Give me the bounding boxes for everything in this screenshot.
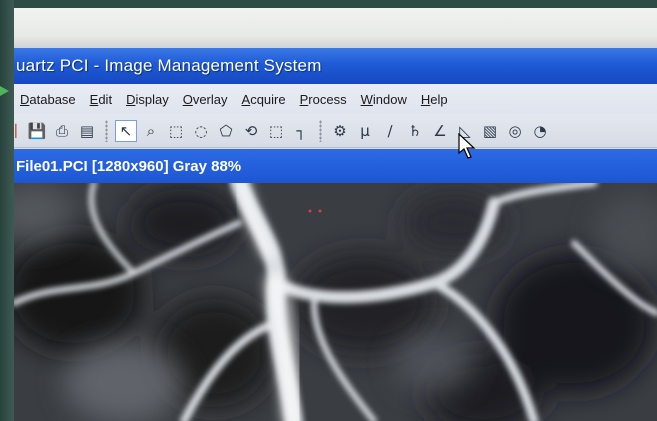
zoom-icon[interactable]: ⌕ <box>140 120 162 142</box>
screen: uartz PCI - Image Management System Data… <box>14 8 657 421</box>
ruler-icon[interactable]: ∕ <box>379 120 401 142</box>
menu-bar: Database Edit Display Overlay Acquire Process… <box>14 84 657 114</box>
menu-label: verlay <box>192 91 228 107</box>
window-title: uartz PCI - Image Management System <box>16 56 322 75</box>
toolbar-separator <box>319 119 322 142</box>
select-arrow-icon[interactable]: ↖ <box>115 119 137 142</box>
more-tools-icon[interactable]: ◔ <box>529 120 551 142</box>
micrograph-image <box>14 183 657 421</box>
micron-icon[interactable]: μ <box>354 120 376 142</box>
menu-label: indow <box>372 91 407 107</box>
calibrate-icon[interactable]: ⚙ <box>329 120 351 142</box>
menu-label: isplay <box>135 91 169 107</box>
menu-mnemonic: A <box>241 91 251 107</box>
menu-mnemonic: W <box>360 91 373 107</box>
menu-item-acquire[interactable]: Acquire <box>242 92 286 107</box>
document-title: File01.PCI [1280x960] Gray 88% <box>16 157 242 175</box>
toolbar: ▏ 💾 ⎙ ▤ ↖ ⌕ ⬚ ◌ ⬠ ⟲ ⬚ ┐ ⚙ μ ∕ ♄ ∠ ◺ ▧ ◎ ◔ <box>14 114 657 148</box>
play-arrow-icon <box>0 86 9 96</box>
freehand-select-icon[interactable]: ⟲ <box>240 120 262 142</box>
menu-mnemonic: D <box>20 91 30 107</box>
menu-item-display[interactable]: Display <box>126 92 169 107</box>
monitor-left-bezel <box>0 0 14 421</box>
ellipse-select-icon[interactable]: ◌ <box>190 120 212 142</box>
menu-item-overlay[interactable]: Overlay <box>183 92 228 107</box>
circle-measure-icon[interactable]: ◎ <box>504 120 526 142</box>
caliper-icon[interactable]: ♄ <box>404 120 426 142</box>
app-titlebar[interactable]: uartz PCI - Image Management System <box>14 48 657 84</box>
save-icon[interactable]: 💾 <box>26 120 48 142</box>
menu-label: elp <box>430 91 448 107</box>
rectangle-select-icon[interactable]: ⬚ <box>165 120 187 142</box>
monitor-top-bezel <box>0 0 657 8</box>
menu-label: cquire <box>250 91 286 107</box>
menu-item-database[interactable]: Database <box>20 92 76 107</box>
image-viewer[interactable] <box>14 183 657 421</box>
menu-label: dit <box>98 91 113 107</box>
menu-item-help[interactable]: Help <box>421 92 448 107</box>
print-icon[interactable]: ⎙ <box>51 120 73 142</box>
menu-item-window[interactable]: Window <box>361 92 407 107</box>
menu-label: rocess <box>308 91 347 107</box>
menu-mnemonic: P <box>299 91 309 107</box>
menu-mnemonic: H <box>420 91 431 107</box>
mouse-cursor-icon <box>458 133 476 159</box>
toolbar-edge-icon: ▏ <box>15 123 25 138</box>
crosshair-icon[interactable]: ┐ <box>290 120 312 142</box>
area-measure-icon[interactable]: ▧ <box>479 120 501 142</box>
screen-glare <box>14 8 657 48</box>
menu-mnemonic: O <box>182 91 193 107</box>
marquee-select-icon[interactable]: ⬚ <box>265 120 287 142</box>
angle-icon[interactable]: ∠ <box>429 120 451 142</box>
polygon-select-icon[interactable]: ⬠ <box>215 120 237 142</box>
menu-item-process[interactable]: Process <box>300 92 347 107</box>
menu-item-edit[interactable]: Edit <box>90 92 112 107</box>
menu-label: atabase <box>29 91 76 107</box>
properties-icon[interactable]: ▤ <box>76 120 98 142</box>
document-titlebar[interactable]: File01.PCI [1280x960] Gray 88% <box>14 149 657 183</box>
toolbar-separator <box>105 119 108 142</box>
